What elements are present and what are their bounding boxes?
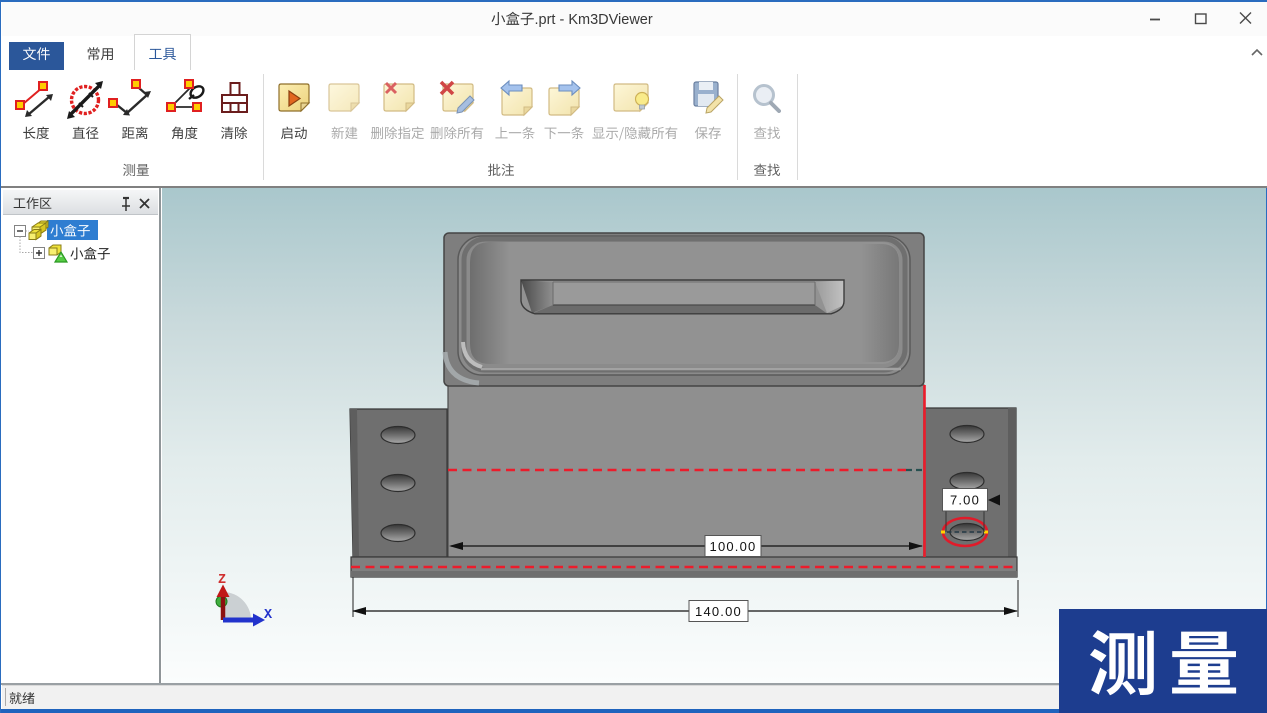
svg-text:.prt - Km3DViewer: .prt - Km3DViewer	[535, 12, 653, 28]
